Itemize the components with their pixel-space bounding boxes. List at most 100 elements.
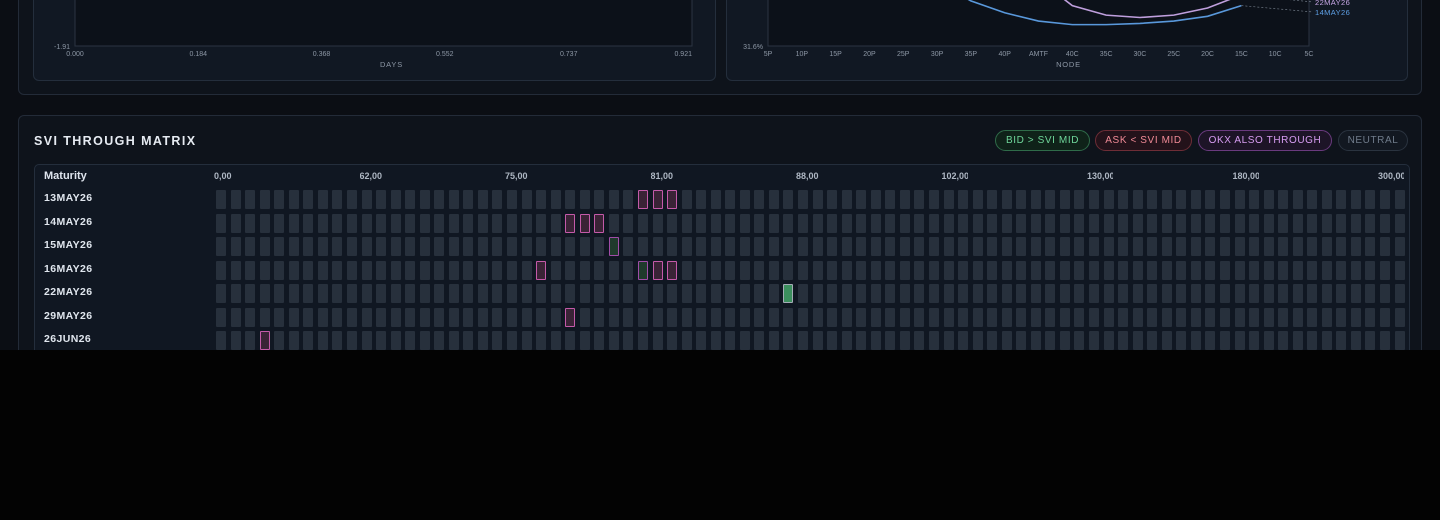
matrix-cell[interactable] (216, 284, 226, 303)
matrix-cell[interactable] (259, 213, 270, 233)
matrix-cell[interactable] (652, 213, 663, 233)
matrix-cell[interactable] (1045, 307, 1056, 327)
matrix-cell[interactable] (899, 237, 910, 256)
matrix-cell[interactable] (1321, 331, 1332, 350)
matrix-cell[interactable] (1132, 307, 1143, 327)
matrix-cell[interactable] (637, 190, 648, 209)
matrix-cell[interactable] (827, 307, 838, 327)
matrix-cell[interactable] (550, 284, 561, 303)
matrix-cell[interactable] (637, 260, 648, 280)
matrix-cell[interactable] (623, 331, 634, 350)
matrix-cell[interactable] (1030, 331, 1041, 350)
matrix-cell[interactable] (1132, 237, 1143, 256)
matrix-cell[interactable] (1263, 213, 1274, 233)
matrix-cell[interactable] (492, 331, 503, 350)
matrix-cell[interactable] (768, 307, 779, 327)
matrix-cell[interactable] (565, 260, 576, 280)
matrix-cell[interactable] (1118, 237, 1129, 256)
matrix-cell[interactable] (798, 331, 808, 350)
matrix-cell[interactable] (637, 307, 648, 327)
matrix-cell[interactable] (579, 307, 590, 327)
matrix-cell[interactable] (492, 284, 503, 303)
matrix-cell[interactable] (827, 213, 838, 233)
matrix-cell[interactable] (332, 260, 343, 280)
matrix-cell[interactable] (579, 260, 590, 280)
matrix-cell[interactable] (303, 260, 314, 280)
matrix-cell[interactable] (230, 213, 241, 233)
matrix-cell[interactable] (798, 260, 808, 280)
matrix-cell[interactable] (987, 213, 998, 233)
matrix-cell[interactable] (1016, 284, 1027, 303)
matrix-cell[interactable] (1176, 307, 1187, 327)
matrix-cell[interactable] (1118, 284, 1129, 303)
matrix-cell[interactable] (739, 213, 750, 233)
matrix-cell[interactable] (434, 260, 445, 280)
matrix-cell[interactable] (1350, 260, 1361, 280)
matrix-cell[interactable] (434, 237, 445, 256)
matrix-cell[interactable] (434, 307, 445, 327)
matrix-cell[interactable] (448, 213, 459, 233)
matrix-cell[interactable] (477, 260, 488, 280)
matrix-cell[interactable] (637, 213, 648, 233)
matrix-cell[interactable] (885, 284, 896, 303)
matrix-cell[interactable] (361, 190, 372, 209)
matrix-cell[interactable] (376, 213, 387, 233)
matrix-cell[interactable] (536, 237, 547, 256)
matrix-cell[interactable] (696, 331, 707, 350)
matrix-cell[interactable] (958, 190, 969, 209)
matrix-cell[interactable] (303, 237, 314, 256)
matrix-cell[interactable] (463, 331, 474, 350)
matrix-cell[interactable] (550, 237, 561, 256)
matrix-cell[interactable] (550, 331, 561, 350)
matrix-cell[interactable] (521, 307, 532, 327)
matrix-cell[interactable] (245, 190, 256, 209)
matrix-cell[interactable] (987, 190, 998, 209)
matrix-cell[interactable] (259, 237, 270, 256)
matrix-cell[interactable] (899, 331, 910, 350)
matrix-cell[interactable] (754, 307, 765, 327)
matrix-cell[interactable] (1394, 213, 1405, 233)
matrix-cell[interactable] (1001, 284, 1012, 303)
matrix-cell[interactable] (958, 284, 969, 303)
matrix-cell[interactable] (361, 260, 372, 280)
matrix-cell[interactable] (1001, 307, 1012, 327)
matrix-cell[interactable] (1074, 284, 1085, 303)
matrix-cell[interactable] (856, 331, 867, 350)
matrix-cell[interactable] (536, 284, 547, 303)
matrix-cell[interactable] (1278, 260, 1289, 280)
matrix-cell[interactable] (725, 307, 736, 327)
matrix-cell[interactable] (1118, 307, 1129, 327)
matrix-cell[interactable] (652, 190, 663, 209)
matrix-cell[interactable] (812, 237, 823, 256)
matrix-cell[interactable] (1350, 237, 1361, 256)
matrix-cell[interactable] (477, 190, 488, 209)
matrix-cell[interactable] (1219, 237, 1230, 256)
matrix-cell[interactable] (274, 190, 285, 209)
matrix-cell[interactable] (1234, 284, 1245, 303)
matrix-cell[interactable] (477, 213, 488, 233)
matrix-cell[interactable] (1161, 331, 1172, 350)
matrix-cell[interactable] (1190, 331, 1201, 350)
matrix-cell[interactable] (1219, 331, 1230, 350)
matrix-cell[interactable] (216, 331, 226, 350)
matrix-cell[interactable] (1321, 190, 1332, 209)
matrix-cell[interactable] (885, 237, 896, 256)
matrix-cell[interactable] (841, 260, 852, 280)
matrix-cell[interactable] (1380, 237, 1390, 256)
matrix-cell[interactable] (608, 284, 619, 303)
matrix-cell[interactable] (972, 213, 983, 233)
matrix-cell[interactable] (230, 190, 241, 209)
matrix-cell[interactable] (434, 213, 445, 233)
matrix-cell[interactable] (579, 284, 590, 303)
matrix-cell[interactable] (754, 260, 765, 280)
matrix-cell[interactable] (652, 284, 663, 303)
matrix-cell[interactable] (1030, 307, 1041, 327)
matrix-cell[interactable] (448, 307, 459, 327)
matrix-cell[interactable] (1336, 213, 1347, 233)
matrix-cell[interactable] (405, 284, 416, 303)
matrix-cell[interactable] (550, 190, 561, 209)
matrix-cell[interactable] (783, 237, 794, 256)
matrix-cell[interactable] (928, 284, 939, 303)
matrix-cell[interactable] (434, 331, 445, 350)
matrix-cell[interactable] (288, 260, 299, 280)
